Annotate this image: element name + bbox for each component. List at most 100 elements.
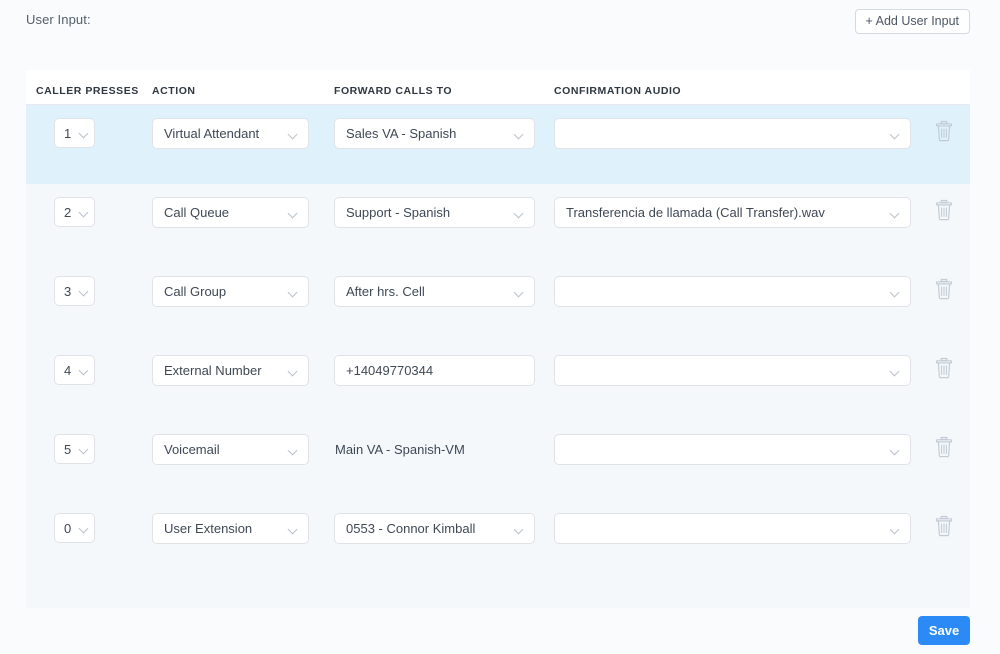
delete-row-button[interactable]: [934, 515, 956, 539]
table-header-row: CALLER PRESSES ACTION FORWARD CALLS TO C…: [26, 70, 970, 105]
trash-icon: [934, 357, 956, 379]
caller-presses-select[interactable]: 0: [54, 513, 95, 543]
user-input-toolbar: User Input: + Add User Input: [0, 0, 1000, 64]
confirmation-audio-cell: [554, 513, 911, 544]
action-value: User Extension: [164, 521, 253, 536]
action-select[interactable]: Call Group: [152, 276, 309, 307]
action-value: Voicemail: [164, 442, 220, 457]
confirmation-audio-cell: [554, 118, 911, 149]
forward-calls-to-cell: Support - Spanish: [334, 197, 535, 228]
chevron-down-icon: [890, 367, 899, 376]
action-value: External Number: [164, 363, 262, 378]
action-cell: Call Queue: [152, 197, 309, 228]
forward-calls-to-cell: Main VA - Spanish-VM: [334, 434, 465, 465]
confirmation-audio-cell: [554, 434, 911, 465]
caller-presses-select[interactable]: 3: [54, 276, 95, 306]
chevron-down-icon: [288, 525, 297, 534]
delete-row-button[interactable]: [934, 436, 956, 460]
chevron-down-icon: [288, 367, 297, 376]
confirmation-audio-select[interactable]: [554, 355, 911, 386]
forward-calls-to-cell: After hrs. Cell: [334, 276, 535, 307]
table-row: 1 Virtual Attendant Sales VA - Spanish: [26, 105, 970, 184]
chevron-down-icon: [514, 288, 523, 297]
chevron-down-icon: [288, 446, 297, 455]
action-select[interactable]: Call Queue: [152, 197, 309, 228]
confirmation-audio-select[interactable]: [554, 276, 911, 307]
action-select[interactable]: Voicemail: [152, 434, 309, 465]
caller-presses-value: 5: [64, 442, 72, 457]
action-cell: Virtual Attendant: [152, 118, 309, 149]
caller-presses-value: 0: [64, 521, 72, 536]
action-cell: User Extension: [152, 513, 309, 544]
delete-row-button[interactable]: [934, 199, 956, 223]
chevron-down-icon: [890, 130, 899, 139]
confirmation-audio-select[interactable]: [554, 513, 911, 544]
chevron-down-icon: [514, 209, 523, 218]
chevron-down-icon: [79, 366, 88, 375]
trash-icon: [934, 199, 956, 221]
caller-presses-select[interactable]: 4: [54, 355, 95, 385]
forward-calls-to-value: +14049770344: [346, 363, 434, 378]
forward-calls-to-input[interactable]: +14049770344: [334, 355, 535, 386]
save-button[interactable]: Save: [918, 616, 970, 645]
caller-presses-select[interactable]: 1: [54, 118, 95, 148]
caller-presses-cell: 5: [54, 434, 95, 464]
chevron-down-icon: [79, 129, 88, 138]
action-cell: Call Group: [152, 276, 309, 307]
table-body: 1 Virtual Attendant Sales VA - Spanish 2 Cal…: [26, 105, 970, 608]
chevron-down-icon: [890, 446, 899, 455]
caller-presses-value: 2: [64, 205, 72, 220]
delete-row-button[interactable]: [934, 120, 956, 144]
chevron-down-icon: [288, 130, 297, 139]
forward-calls-to-value: 0553 - Connor Kimball: [346, 521, 476, 536]
action-cell: External Number: [152, 355, 309, 386]
column-header-action: ACTION: [152, 85, 196, 97]
delete-row-button[interactable]: [934, 278, 956, 302]
delete-row-button[interactable]: [934, 357, 956, 381]
confirmation-audio-select[interactable]: Transferencia de llamada (Call Transfer)…: [554, 197, 911, 228]
table-row: 2 Call Queue Support - Spanish Transferenci…: [26, 184, 970, 263]
forward-calls-to-value: After hrs. Cell: [346, 284, 425, 299]
caller-presses-cell: 0: [54, 513, 95, 543]
caller-presses-value: 3: [64, 284, 72, 299]
user-input-table: CALLER PRESSES ACTION FORWARD CALLS TO C…: [26, 70, 970, 608]
forward-calls-to-select[interactable]: 0553 - Connor Kimball: [334, 513, 535, 544]
trash-icon: [934, 515, 956, 537]
table-row: 0 User Extension 0553 - Connor Kimball: [26, 500, 970, 579]
action-select[interactable]: External Number: [152, 355, 309, 386]
add-user-input-button[interactable]: + Add User Input: [854, 9, 970, 34]
column-header-caller-presses: CALLER PRESSES: [36, 85, 139, 97]
user-input-label: User Input:: [26, 12, 91, 27]
chevron-down-icon: [288, 209, 297, 218]
confirmation-audio-select[interactable]: [554, 118, 911, 149]
chevron-down-icon: [514, 130, 523, 139]
chevron-down-icon: [890, 525, 899, 534]
trash-icon: [934, 436, 956, 458]
caller-presses-select[interactable]: 2: [54, 197, 95, 227]
caller-presses-select[interactable]: 5: [54, 434, 95, 464]
forward-calls-to-value: Sales VA - Spanish: [346, 126, 457, 141]
action-select[interactable]: User Extension: [152, 513, 309, 544]
caller-presses-value: 4: [64, 363, 72, 378]
chevron-down-icon: [79, 287, 88, 296]
trash-icon: [934, 278, 956, 300]
chevron-down-icon: [79, 524, 88, 533]
chevron-down-icon: [79, 445, 88, 454]
forward-calls-to-select[interactable]: Support - Spanish: [334, 197, 535, 228]
chevron-down-icon: [514, 525, 523, 534]
forward-calls-to-select[interactable]: After hrs. Cell: [334, 276, 535, 307]
confirmation-audio-cell: [554, 276, 911, 307]
caller-presses-cell: 1: [54, 118, 95, 148]
action-value: Call Group: [164, 284, 227, 299]
forward-calls-to-select[interactable]: Sales VA - Spanish: [334, 118, 535, 149]
action-select[interactable]: Virtual Attendant: [152, 118, 309, 149]
chevron-down-icon: [890, 288, 899, 297]
table-row: 3 Call Group After hrs. Cell: [26, 263, 970, 342]
forward-calls-to-value: Support - Spanish: [346, 205, 451, 220]
caller-presses-cell: 3: [54, 276, 95, 306]
column-header-forward-calls-to: FORWARD CALLS TO: [334, 85, 453, 97]
confirmation-audio-cell: [554, 355, 911, 386]
confirmation-audio-select[interactable]: [554, 434, 911, 465]
action-value: Call Queue: [164, 205, 230, 220]
forward-calls-to-cell: +14049770344: [334, 355, 535, 386]
